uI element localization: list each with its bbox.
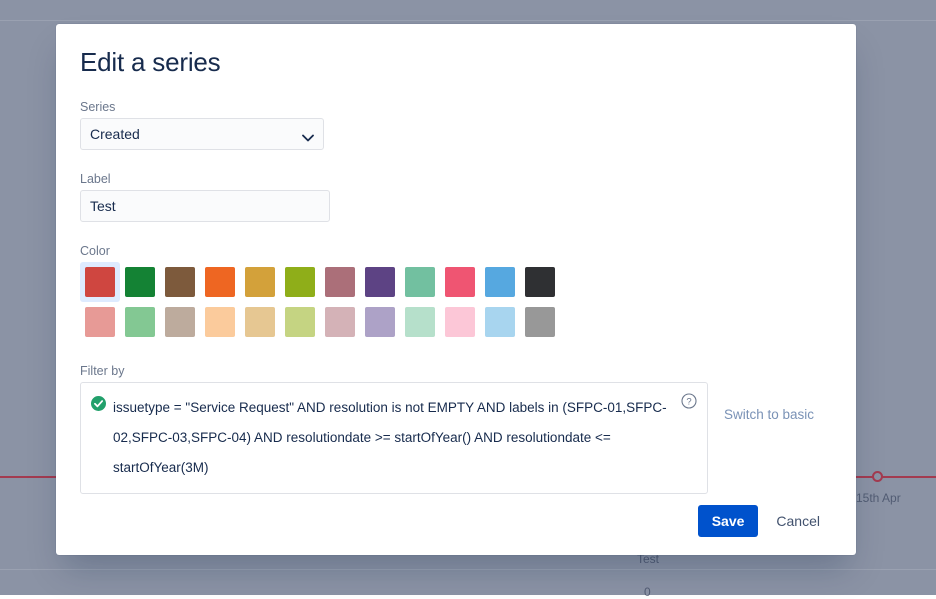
color-swatch-fill <box>485 307 515 337</box>
background-chart-line-right <box>856 476 936 478</box>
filter-field-label: Filter by <box>80 364 832 378</box>
color-swatch-0[interactable] <box>80 262 120 302</box>
color-swatch-8[interactable] <box>400 262 440 302</box>
color-swatch-4[interactable] <box>240 262 280 302</box>
color-swatch-17[interactable] <box>280 302 320 342</box>
color-swatch-15[interactable] <box>200 302 240 342</box>
color-swatch-fill <box>325 307 355 337</box>
color-swatch-12[interactable] <box>80 302 120 342</box>
color-swatch-16[interactable] <box>240 302 280 342</box>
color-swatch-5[interactable] <box>280 262 320 302</box>
background-chart-value-label: 0 <box>644 585 651 599</box>
color-swatch-22[interactable] <box>480 302 520 342</box>
label-input[interactable] <box>80 190 330 222</box>
color-swatch-2[interactable] <box>160 262 200 302</box>
color-swatch-fill <box>205 307 235 337</box>
color-swatch-fill <box>525 267 555 297</box>
background-divider-top <box>0 20 936 21</box>
color-swatch-fill <box>445 267 475 297</box>
color-swatch-9[interactable] <box>440 262 480 302</box>
color-swatch-fill <box>165 267 195 297</box>
series-select-wrapper: CreatedResolvedUpdatedDue <box>80 118 324 150</box>
color-swatch-fill <box>405 267 435 297</box>
cancel-button[interactable]: Cancel <box>764 505 832 537</box>
color-swatch-fill <box>85 267 115 297</box>
color-swatch-fill <box>85 307 115 337</box>
jql-filter-input[interactable]: issuetype = "Service Request" AND resolu… <box>80 382 708 494</box>
label-field-label: Label <box>80 172 832 186</box>
background-divider-bottom <box>0 569 936 570</box>
color-swatch-fill <box>245 307 275 337</box>
color-swatch-fill <box>245 267 275 297</box>
color-swatch-fill <box>525 307 555 337</box>
color-swatch-6[interactable] <box>320 262 360 302</box>
color-swatch-14[interactable] <box>160 302 200 342</box>
color-swatch-fill <box>165 307 195 337</box>
color-swatch-fill <box>485 267 515 297</box>
color-swatch-13[interactable] <box>120 302 160 342</box>
edit-series-dialog: Edit a series Series CreatedResolvedUpda… <box>56 24 856 555</box>
color-swatch-fill <box>325 267 355 297</box>
color-swatch-10[interactable] <box>480 262 520 302</box>
color-swatch-21[interactable] <box>440 302 480 342</box>
color-swatch-3[interactable] <box>200 262 240 302</box>
color-swatch-fill <box>285 267 315 297</box>
svg-text:?: ? <box>686 397 691 408</box>
color-swatch-fill <box>365 267 395 297</box>
color-swatch-fill <box>125 307 155 337</box>
background-chart-point <box>872 471 883 482</box>
jql-query-text: issuetype = "Service Request" AND resolu… <box>113 393 669 483</box>
dialog-footer: Save Cancel <box>698 505 832 537</box>
color-field-label: Color <box>80 244 832 258</box>
check-circle-icon <box>91 396 106 483</box>
color-swatch-grid <box>80 262 832 342</box>
filter-row: issuetype = "Service Request" AND resolu… <box>80 382 832 494</box>
dialog-title: Edit a series <box>80 24 832 78</box>
color-swatch-20[interactable] <box>400 302 440 342</box>
color-swatch-fill <box>285 307 315 337</box>
color-swatch-11[interactable] <box>520 262 560 302</box>
color-swatch-fill <box>205 267 235 297</box>
switch-to-basic-link[interactable]: Switch to basic <box>724 407 814 422</box>
color-swatch-fill <box>445 307 475 337</box>
background-chart-axis-label: 15th Apr <box>856 491 901 505</box>
save-button[interactable]: Save <box>698 505 759 537</box>
color-swatch-18[interactable] <box>320 302 360 342</box>
help-circle-icon[interactable]: ? <box>681 393 697 414</box>
color-swatch-19[interactable] <box>360 302 400 342</box>
color-swatch-fill <box>405 307 435 337</box>
color-swatch-23[interactable] <box>520 302 560 342</box>
color-swatch-fill <box>365 307 395 337</box>
color-swatch-1[interactable] <box>120 262 160 302</box>
color-swatch-7[interactable] <box>360 262 400 302</box>
series-field-label: Series <box>80 100 832 114</box>
color-swatch-fill <box>125 267 155 297</box>
series-select[interactable]: CreatedResolvedUpdatedDue <box>80 118 324 150</box>
